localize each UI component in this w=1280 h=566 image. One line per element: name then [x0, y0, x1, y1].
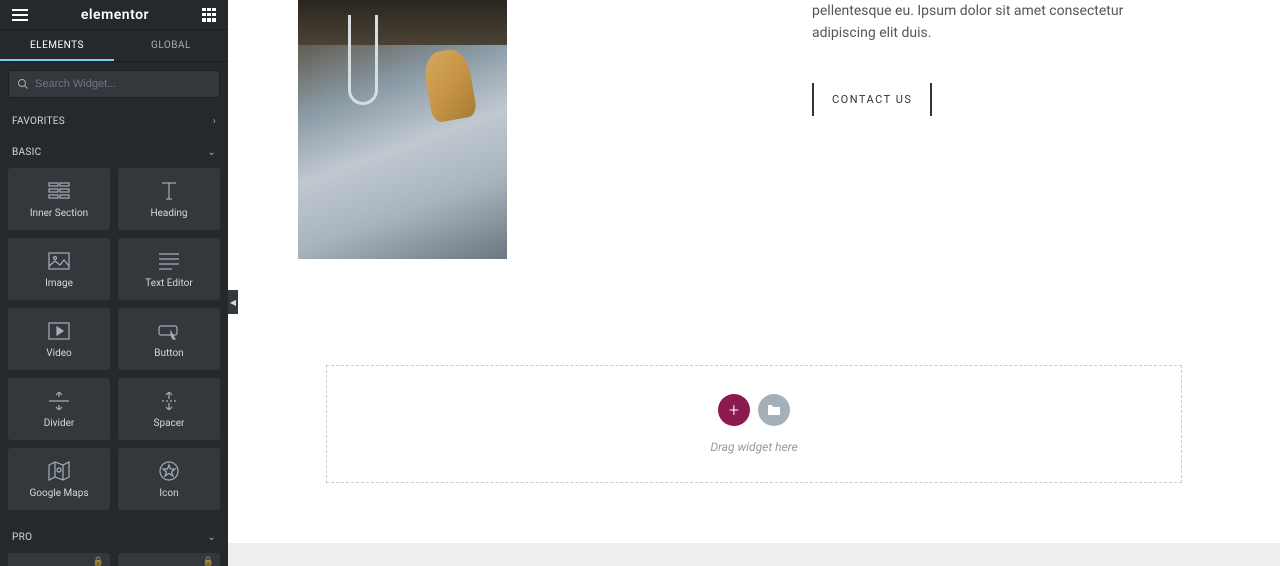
drop-controls: +	[718, 394, 790, 426]
template-library-button[interactable]	[758, 394, 790, 426]
widget-text-editor[interactable]: Text Editor	[118, 238, 220, 300]
widget-pro-1[interactable]	[8, 553, 110, 566]
footer-section[interactable]	[228, 543, 1280, 566]
tab-elements[interactable]: ELEMENTS	[0, 30, 114, 61]
chevron-right-icon: ›	[213, 116, 216, 127]
plus-icon: +	[729, 400, 739, 421]
widget-label: Text Editor	[145, 278, 192, 289]
body-text[interactable]: pellentesque eu. Ipsum dolor sit amet co…	[812, 0, 1172, 45]
content-section: pellentesque eu. Ipsum dolor sit amet co…	[228, 0, 1280, 259]
widget-label: Heading	[150, 208, 187, 219]
widget-label: Divider	[44, 418, 75, 429]
widget-image[interactable]: Image	[8, 238, 110, 300]
video-icon	[48, 320, 70, 342]
widget-heading[interactable]: Heading	[118, 168, 220, 230]
sidebar-header: elementor	[0, 0, 228, 30]
contact-button[interactable]: CONTACT US	[812, 83, 932, 116]
apps-icon[interactable]	[202, 8, 216, 22]
menu-icon[interactable]	[12, 9, 28, 21]
widget-spacer[interactable]: Spacer	[118, 378, 220, 440]
widget-label: Image	[45, 278, 73, 289]
drop-zone[interactable]: + Drag widget here	[326, 365, 1182, 483]
google-maps-icon	[48, 460, 70, 482]
section-pro[interactable]: PRO ⌄	[0, 522, 228, 553]
search-input[interactable]	[35, 78, 211, 90]
widget-label: Video	[46, 348, 71, 359]
inner-section-icon	[48, 180, 70, 202]
image-icon	[48, 250, 70, 272]
widget-grid: Inner Section Heading Image Text Editor	[0, 168, 228, 510]
pro-widget-grid	[0, 553, 228, 566]
text-column: pellentesque eu. Ipsum dolor sit amet co…	[812, 0, 1172, 259]
search-wrap	[0, 62, 228, 106]
image-widget[interactable]	[298, 0, 507, 259]
editor-canvas[interactable]: pellentesque eu. Ipsum dolor sit amet co…	[228, 0, 1280, 566]
widget-video[interactable]: Video	[8, 308, 110, 370]
section-favorites[interactable]: FAVORITES ›	[0, 106, 228, 137]
button-icon	[158, 320, 180, 342]
widget-divider[interactable]: Divider	[8, 378, 110, 440]
chevron-down-icon: ⌄	[207, 147, 216, 158]
widget-button[interactable]: Button	[118, 308, 220, 370]
divider-icon	[48, 390, 70, 412]
widget-scroll[interactable]: FAVORITES › BASIC ⌄ Inner Section Headin…	[0, 106, 228, 566]
editor-sidebar: elementor ELEMENTS GLOBAL FAVORITES › BA…	[0, 0, 228, 566]
widget-google-maps[interactable]: Google Maps	[8, 448, 110, 510]
icon-icon	[159, 460, 179, 482]
collapse-panel-icon[interactable]: ◀	[228, 290, 238, 314]
widget-pro-2[interactable]	[118, 553, 220, 566]
text-editor-icon	[158, 250, 180, 272]
logo: elementor	[81, 7, 149, 23]
section-basic[interactable]: BASIC ⌄	[0, 137, 228, 168]
widget-label: Spacer	[154, 418, 185, 429]
widget-label: Google Maps	[30, 488, 89, 499]
search-box[interactable]	[8, 70, 220, 98]
pro-label: PRO	[12, 532, 32, 543]
heading-icon	[159, 180, 179, 202]
widget-label: Inner Section	[30, 208, 88, 219]
drop-hint: Drag widget here	[710, 440, 797, 454]
panel-tabs: ELEMENTS GLOBAL	[0, 30, 228, 62]
chevron-down-icon: ⌄	[207, 532, 216, 543]
spacer-icon	[158, 390, 180, 412]
widget-label: Button	[154, 348, 183, 359]
favorites-label: FAVORITES	[12, 116, 65, 127]
add-section-button[interactable]: +	[718, 394, 750, 426]
folder-icon	[767, 404, 781, 416]
widget-inner-section[interactable]: Inner Section	[8, 168, 110, 230]
widget-icon[interactable]: Icon	[118, 448, 220, 510]
widget-label: Icon	[159, 488, 178, 499]
tab-global[interactable]: GLOBAL	[114, 30, 228, 61]
search-icon	[17, 78, 29, 90]
basic-label: BASIC	[12, 147, 41, 158]
